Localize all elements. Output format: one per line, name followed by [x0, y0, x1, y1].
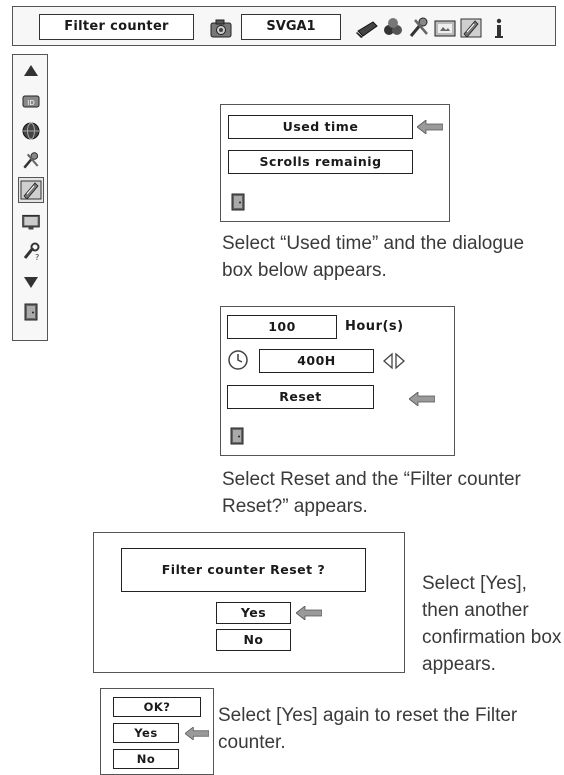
camera-icon[interactable] [209, 16, 233, 40]
caption-final: Select [Yes] again to reset the Filter c… [218, 705, 518, 753]
wrench-icon[interactable]: ? [21, 242, 41, 262]
palette-icon[interactable] [381, 16, 405, 40]
monitor-icon[interactable] [433, 16, 457, 40]
svg-text:?: ? [35, 253, 39, 262]
hours-value-field: 100 [227, 315, 337, 339]
clock-icon [227, 349, 249, 371]
left-right-arrows-icon[interactable] [381, 351, 407, 371]
ok-label: OK? [113, 697, 201, 717]
final-confirm-dialog: OK? Yes No [100, 688, 214, 775]
reset-button[interactable]: Reset [227, 385, 374, 409]
menu-sidebar: ID ? [12, 54, 48, 341]
caption-reset: Select Reset and the “Filter counter Res… [222, 469, 521, 517]
svg-text:ID: ID [27, 99, 34, 107]
pencil-icon[interactable] [459, 16, 483, 40]
globe-icon[interactable] [21, 121, 41, 141]
input-source[interactable]: SVGA1 [241, 14, 341, 40]
laptop-icon[interactable] [355, 16, 379, 40]
yes-button[interactable]: Yes [216, 602, 291, 624]
exit-icon[interactable] [230, 427, 244, 445]
used-time-dialog: 100 Hour(s) 400H Reset [220, 306, 455, 456]
exit-icon[interactable] [231, 193, 245, 211]
scrolls-remaining-option[interactable]: Scrolls remainig [228, 150, 413, 174]
id-tag-icon[interactable]: ID [21, 91, 41, 111]
filter-counter-menu: Used time Scrolls remainig [220, 104, 450, 222]
caption-used-time: Select “Used time” and the dialogue box … [222, 233, 525, 281]
reset-confirm-message: Filter counter Reset ? [121, 548, 366, 592]
pointer-arrow-icon [417, 120, 443, 134]
no-button[interactable]: No [216, 629, 291, 651]
menu-title[interactable]: Filter counter [39, 14, 194, 40]
tools-icon[interactable] [407, 16, 431, 40]
pencil-icon[interactable] [18, 177, 44, 203]
hours-label: Hour(s) [345, 319, 404, 334]
used-time-option[interactable]: Used time [228, 115, 413, 139]
tools-icon[interactable] [21, 151, 41, 171]
timer-value-field[interactable]: 400H [259, 349, 374, 373]
info-icon[interactable] [487, 16, 511, 40]
monitor-icon[interactable] [21, 212, 41, 232]
pointer-arrow-icon [409, 392, 435, 406]
menu-bar: Filter counter SVGA1 [12, 6, 556, 46]
down-arrow-icon[interactable] [21, 272, 41, 292]
no-button[interactable]: No [113, 749, 179, 769]
pointer-arrow-icon [296, 606, 322, 620]
yes-button[interactable]: Yes [113, 723, 179, 743]
caption-confirm-yes: Select [Yes], then another confirmation … [422, 573, 562, 675]
exit-icon[interactable] [21, 302, 41, 322]
up-arrow-icon[interactable] [21, 61, 41, 81]
reset-confirm-dialog: Filter counter Reset ? Yes No [93, 532, 405, 673]
pointer-arrow-icon [185, 727, 209, 740]
